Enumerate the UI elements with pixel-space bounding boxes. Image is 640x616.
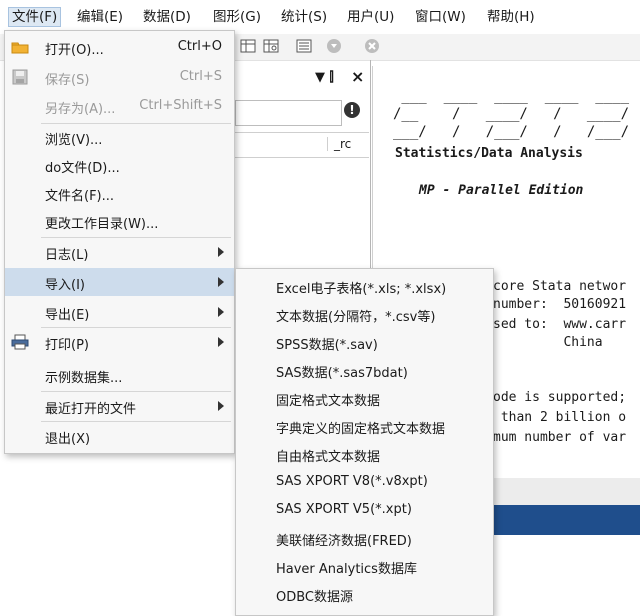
submenu-arrow-icon [218,337,224,347]
menu-item-log[interactable]: 日志(L) [5,238,234,266]
menu-item-label: 文件名(F)... [45,189,115,204]
submenu-item-dictionary-fixed[interactable]: 字典定义的固定格式文本数据 [236,412,493,440]
submenu-arrow-icon [218,247,224,257]
stata-logo-line: ___/ / /___/ / /___/ [393,124,630,140]
menu-data[interactable]: 数据(D) [140,8,194,26]
submenu-item-label: SPSS数据(*.sav) [276,338,378,353]
pane-close-icon[interactable]: × [351,67,364,86]
menu-statistics[interactable]: 统计(S) [278,8,330,26]
menu-item-label: 更改工作目录(W)... [45,217,159,232]
menu-item-view[interactable]: 浏览(V)... [5,123,234,151]
submenu-item-label: 自由格式文本数据 [276,450,381,465]
menu-item-example-datasets[interactable]: 示例数据集... [5,361,234,389]
menu-item-label: 打印(P) [45,338,89,353]
submenu-item-fixed-format[interactable]: 固定格式文本数据 [236,384,493,412]
menu-item-open[interactable]: 打开(O)... Ctrl+O [5,33,234,61]
submenu-item-odbc[interactable]: ODBC数据源 [236,580,493,608]
submenu-item-haver[interactable]: Haver Analytics数据库 [236,552,493,580]
import-submenu: Excel电子表格(*.xls; *.xlsx) 文本数据(分隔符，*.csv等… [235,268,494,616]
menu-help[interactable]: 帮助(H) [484,8,538,26]
results-line: ode is supported; [493,390,627,405]
variables-row[interactable]: _rc [235,132,369,158]
results-line: sed to: www.carr [493,317,627,332]
menu-item-shortcut: Ctrl+O [177,39,222,54]
submenu-item-sas[interactable]: SAS数据(*.sas7bdat) [236,356,493,384]
submenu-item-spss[interactable]: SPSS数据(*.sav) [236,328,493,356]
submenu-item-label: SAS XPORT V5(*.xpt) [276,502,412,517]
submenu-item-fred[interactable]: 美联储经济数据(FRED) [236,524,493,552]
open-folder-icon [11,42,29,54]
submenu-item-label: 字典定义的固定格式文本数据 [276,422,446,437]
results-line: China [493,335,603,350]
pane-pin-icon[interactable]: ▼ ⫿ [315,70,334,85]
stata-logo-line: ___ ____ ____ ____ ____ ( [393,88,640,104]
menu-item-label: 打开(O)... [45,43,104,58]
pane-header: ▼ ⫿ × [235,64,365,92]
submenu-item-label: 美联储经济数据(FRED) [276,534,412,549]
submenu-item-text-delimited[interactable]: 文本数据(分隔符，*.csv等) [236,300,493,328]
menubar: 文件(F) 编辑(E) 数据(D) 图形(G) 统计(S) 用户(U) 窗口(W… [0,0,640,34]
menu-item-shortcut: Ctrl+S [179,69,222,84]
menu-item-import[interactable]: 导入(I) [5,268,234,296]
menu-window[interactable]: 窗口(W) [412,8,469,26]
data-editor-icon[interactable] [240,38,256,54]
menu-item-export[interactable]: 导出(E) [5,298,234,326]
submenu-item-label: SAS数据(*.sas7bdat) [276,366,408,381]
menu-item-label: do文件(D)... [45,161,120,176]
variables-manager-icon[interactable] [296,38,312,54]
results-line: mum number of var [493,430,627,445]
rc-column-label: _rc [327,137,351,151]
stata-logo-line: /__ / ____/ / ____/ [393,106,630,122]
submenu-arrow-icon [218,401,224,411]
results-edition: MP - Parallel Edition [419,183,584,198]
menu-item-label: 导入(I) [45,278,85,293]
menu-item-label: 浏览(V)... [45,133,103,148]
submenu-item-label: Excel电子表格(*.xls; *.xlsx) [276,282,447,297]
menu-item-label: 另存为(A)... [45,102,116,117]
menu-edit[interactable]: 编辑(E) [74,8,126,26]
submenu-item-label: 固定格式文本数据 [276,394,381,409]
menu-item-label: 日志(L) [45,248,89,263]
warning-icon: ! [344,102,360,118]
submenu-arrow-icon [218,307,224,317]
submenu-item-sas-xport-v5[interactable]: SAS XPORT V5(*.xpt) [236,496,493,524]
menu-item-label: 导出(E) [45,308,90,323]
menu-item-label: 最近打开的文件 [45,402,137,417]
submenu-item-label: 文本数据(分隔符，*.csv等) [276,310,436,325]
results-line: number: 50160921 [493,297,627,312]
filter-input[interactable] [235,100,342,126]
menu-item-filename[interactable]: 文件名(F)... [5,179,234,207]
menu-item-label: 退出(X) [45,432,91,447]
menu-item-shortcut: Ctrl+Shift+S [139,98,222,113]
submenu-item-free-format[interactable]: 自由格式文本数据 [236,440,493,468]
menu-file[interactable]: 文件(F) [8,7,62,27]
menu-item-exit[interactable]: 退出(X) [5,422,234,450]
results-subtitle: Statistics/Data Analysis [395,146,583,161]
menu-item-save[interactable]: 保存(S) Ctrl+S [5,63,234,91]
submenu-item-sas-xport-v8[interactable]: SAS XPORT V8(*.v8xpt) [236,468,493,496]
menu-item-label: 保存(S) [45,73,90,88]
save-disk-icon [12,69,28,85]
menu-graphics[interactable]: 图形(G) [210,8,264,26]
submenu-item-label: SAS XPORT V8(*.v8xpt) [276,474,428,489]
menu-item-change-directory[interactable]: 更改工作目录(W)... [5,207,234,235]
menu-item-label: 示例数据集... [45,371,123,386]
printer-icon [11,334,29,350]
submenu-arrow-icon [218,277,224,287]
more-icon[interactable] [326,38,342,54]
submenu-item-label: Haver Analytics数据库 [276,562,417,577]
submenu-item-label: ODBC数据源 [276,590,354,605]
results-line: core Stata networ [493,279,627,294]
submenu-item-excel[interactable]: Excel电子表格(*.xls; *.xlsx) [236,272,493,300]
results-line: than 2 billion o [493,410,627,425]
menu-item-print[interactable]: 打印(P) [5,328,234,356]
menu-item-save-as[interactable]: 另存为(A)... Ctrl+Shift+S [5,92,234,120]
file-menu: 打开(O)... Ctrl+O 保存(S) Ctrl+S 另存为(A)... C… [4,30,235,454]
data-browser-icon[interactable] [263,38,279,54]
menu-item-do-file[interactable]: do文件(D)... [5,151,234,179]
break-icon[interactable] [364,38,380,54]
menu-item-recent-files[interactable]: 最近打开的文件 [5,392,234,420]
menu-user[interactable]: 用户(U) [344,8,397,26]
